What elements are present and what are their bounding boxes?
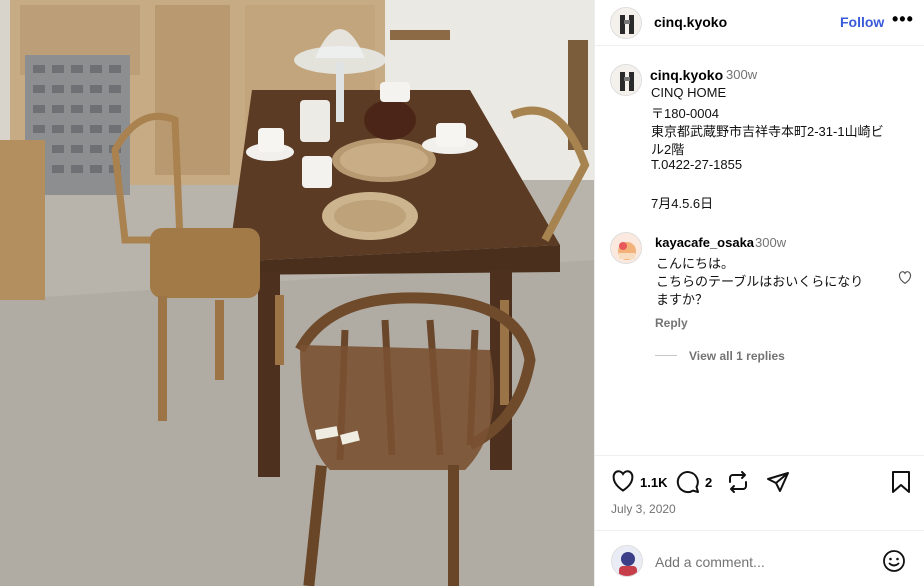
share-icon[interactable] <box>766 470 790 497</box>
avatar <box>611 545 643 577</box>
bookmark-icon[interactable] <box>891 470 911 497</box>
post-date[interactable]: July 3, 2020 <box>611 502 676 516</box>
reply-button[interactable]: Reply <box>655 316 688 330</box>
caption-line: 7月4.5.6日 <box>651 196 714 211</box>
comment-line: こんにちは。 <box>656 256 735 271</box>
avatar[interactable] <box>610 64 642 96</box>
emoji-icon[interactable] <box>882 549 906 576</box>
comment-input[interactable]: Add a comment... <box>655 554 765 570</box>
view-replies-button[interactable]: View all 1 replies <box>689 349 785 363</box>
caption-time[interactable]: 300w <box>726 67 757 82</box>
post-sidebar: cinq.kyoko Follow ••• cinq.kyoko 300w CI… <box>594 0 924 586</box>
comment-username[interactable]: kayacafe_osaka <box>655 235 754 250</box>
comment-time[interactable]: 300w <box>755 235 786 250</box>
caption-line: ル2階 <box>651 142 685 157</box>
heart-icon[interactable] <box>611 470 635 495</box>
repost-icon[interactable] <box>726 470 750 497</box>
caption-line: 〒180-0004 <box>651 106 719 121</box>
caption-line: T.0422-27-1855 <box>651 157 743 172</box>
actions-divider <box>595 455 924 456</box>
comment-count[interactable]: 2 <box>705 475 712 490</box>
comment-icon[interactable] <box>676 470 700 497</box>
caption-username[interactable]: cinq.kyoko <box>650 67 723 83</box>
caption-line: 東京都武蔵野市吉祥寺本町2-31-1山崎ビ <box>651 124 884 139</box>
post-photo[interactable] <box>0 0 594 586</box>
like-count[interactable]: 1.1K <box>640 475 667 490</box>
composer-divider <box>595 530 924 531</box>
follow-button[interactable]: Follow <box>840 14 884 30</box>
photo-illustration <box>0 0 594 586</box>
avatar[interactable] <box>610 232 642 264</box>
replies-divider <box>655 355 677 356</box>
avatar[interactable] <box>610 7 642 39</box>
more-icon[interactable]: ••• <box>892 9 914 30</box>
header-username[interactable]: cinq.kyoko <box>654 14 727 30</box>
post-header: cinq.kyoko Follow ••• <box>595 0 924 46</box>
instagram-post-view: cinq.kyoko Follow ••• cinq.kyoko 300w CI… <box>0 0 924 586</box>
caption-line: CINQ HOME <box>651 85 727 100</box>
comment-line: こちらのテーブルはおいくらになり <box>656 274 864 289</box>
comment-line: ますか？ <box>656 292 709 307</box>
comment-heart-icon[interactable] <box>898 271 912 287</box>
